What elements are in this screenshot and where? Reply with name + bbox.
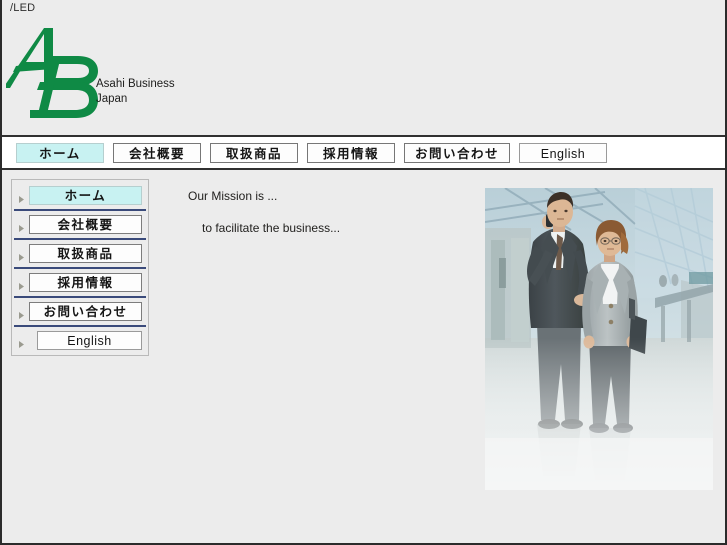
sidebar-item-home[interactable]: ホーム	[12, 183, 148, 208]
sidebar-item-products[interactable]: 取扱商品	[12, 241, 148, 266]
sidebar-item-label: ホーム	[64, 189, 107, 203]
sidebar-separator	[14, 267, 146, 269]
mission-heading: Our Mission is ...	[188, 189, 278, 203]
mission-body: to facilitate the business...	[202, 221, 341, 235]
address-bar[interactable]: /LED	[2, 0, 725, 18]
triangle-right-icon	[18, 336, 25, 348]
brand-name: Asahi Business Japan	[96, 62, 175, 122]
sidebar-button-contact[interactable]: お問い合わせ	[29, 302, 142, 321]
sidebar-item-recruit[interactable]: 採用情報	[12, 270, 148, 295]
sidebar-button-recruit[interactable]: 採用情報	[29, 273, 142, 292]
hero-photo	[485, 188, 713, 490]
sidebar-button-products[interactable]: 取扱商品	[29, 244, 142, 263]
nav-item-company[interactable]: 会社概要	[113, 143, 201, 163]
nav-item-label: 会社概要	[128, 147, 185, 161]
sidebar-item-label: English	[67, 334, 112, 348]
sidebar-separator	[14, 209, 146, 211]
nav-item-label: お問い合わせ	[415, 147, 500, 161]
sidebar-item-company[interactable]: 会社概要	[12, 212, 148, 237]
triangle-right-icon	[18, 307, 25, 319]
nav-item-recruit[interactable]: 採用情報	[307, 143, 395, 163]
sidebar-menu: ホーム 会社概要 取扱商品 採用情報 お問い合わせ English	[11, 179, 149, 356]
brand-line-1: Asahi Business	[96, 78, 175, 90]
triangle-right-icon	[18, 249, 25, 261]
sidebar-button-english[interactable]: English	[37, 331, 142, 350]
sidebar-item-label: 採用情報	[57, 276, 114, 290]
nav-item-label: 採用情報	[322, 147, 379, 161]
triangle-right-icon	[18, 191, 25, 203]
sidebar-separator	[14, 325, 146, 327]
address-text: /LED	[10, 2, 36, 14]
logo-block[interactable]: Asahi Business Japan	[3, 22, 196, 130]
sidebar-item-label: 会社概要	[57, 218, 114, 232]
nav-item-label: 取扱商品	[225, 147, 282, 161]
site-header: Asahi Business Japan	[2, 18, 725, 136]
mission-statement: Our Mission is ... to facilitate the bus…	[188, 188, 468, 236]
nav-item-label: English	[540, 147, 586, 161]
nav-item-contact[interactable]: お問い合わせ	[404, 143, 511, 163]
window-frame-left	[0, 0, 2, 545]
ab-monogram-logo-icon	[3, 22, 98, 122]
main-navigation: ホーム 会社概要 取扱商品 採用情報 お問い合わせ English	[2, 137, 725, 169]
sidebar-item-label: 取扱商品	[57, 247, 114, 261]
browser-page: /LED Asahi Business Japan ホーム 会社概要 取扱商品 …	[0, 0, 727, 545]
triangle-right-icon	[18, 220, 25, 232]
sidebar-button-company[interactable]: 会社概要	[29, 215, 142, 234]
sidebar-separator	[14, 238, 146, 240]
sidebar-separator	[14, 296, 146, 298]
sidebar-item-english[interactable]: English	[12, 328, 148, 353]
content-area: ホーム 会社概要 取扱商品 採用情報 お問い合わせ English Our Mi…	[2, 170, 725, 543]
brand-line-2: Japan	[96, 93, 128, 105]
nav-item-label: ホーム	[39, 147, 81, 161]
sidebar-item-contact[interactable]: お問い合わせ	[12, 299, 148, 324]
nav-item-home[interactable]: ホーム	[16, 143, 104, 163]
nav-item-english[interactable]: English	[519, 143, 608, 163]
sidebar-button-home[interactable]: ホーム	[29, 186, 142, 205]
nav-item-products[interactable]: 取扱商品	[210, 143, 298, 163]
nav-item-list: ホーム 会社概要 取扱商品 採用情報 お問い合わせ English	[16, 142, 608, 164]
sidebar-item-label: お問い合わせ	[43, 305, 128, 319]
triangle-right-icon	[18, 278, 25, 290]
